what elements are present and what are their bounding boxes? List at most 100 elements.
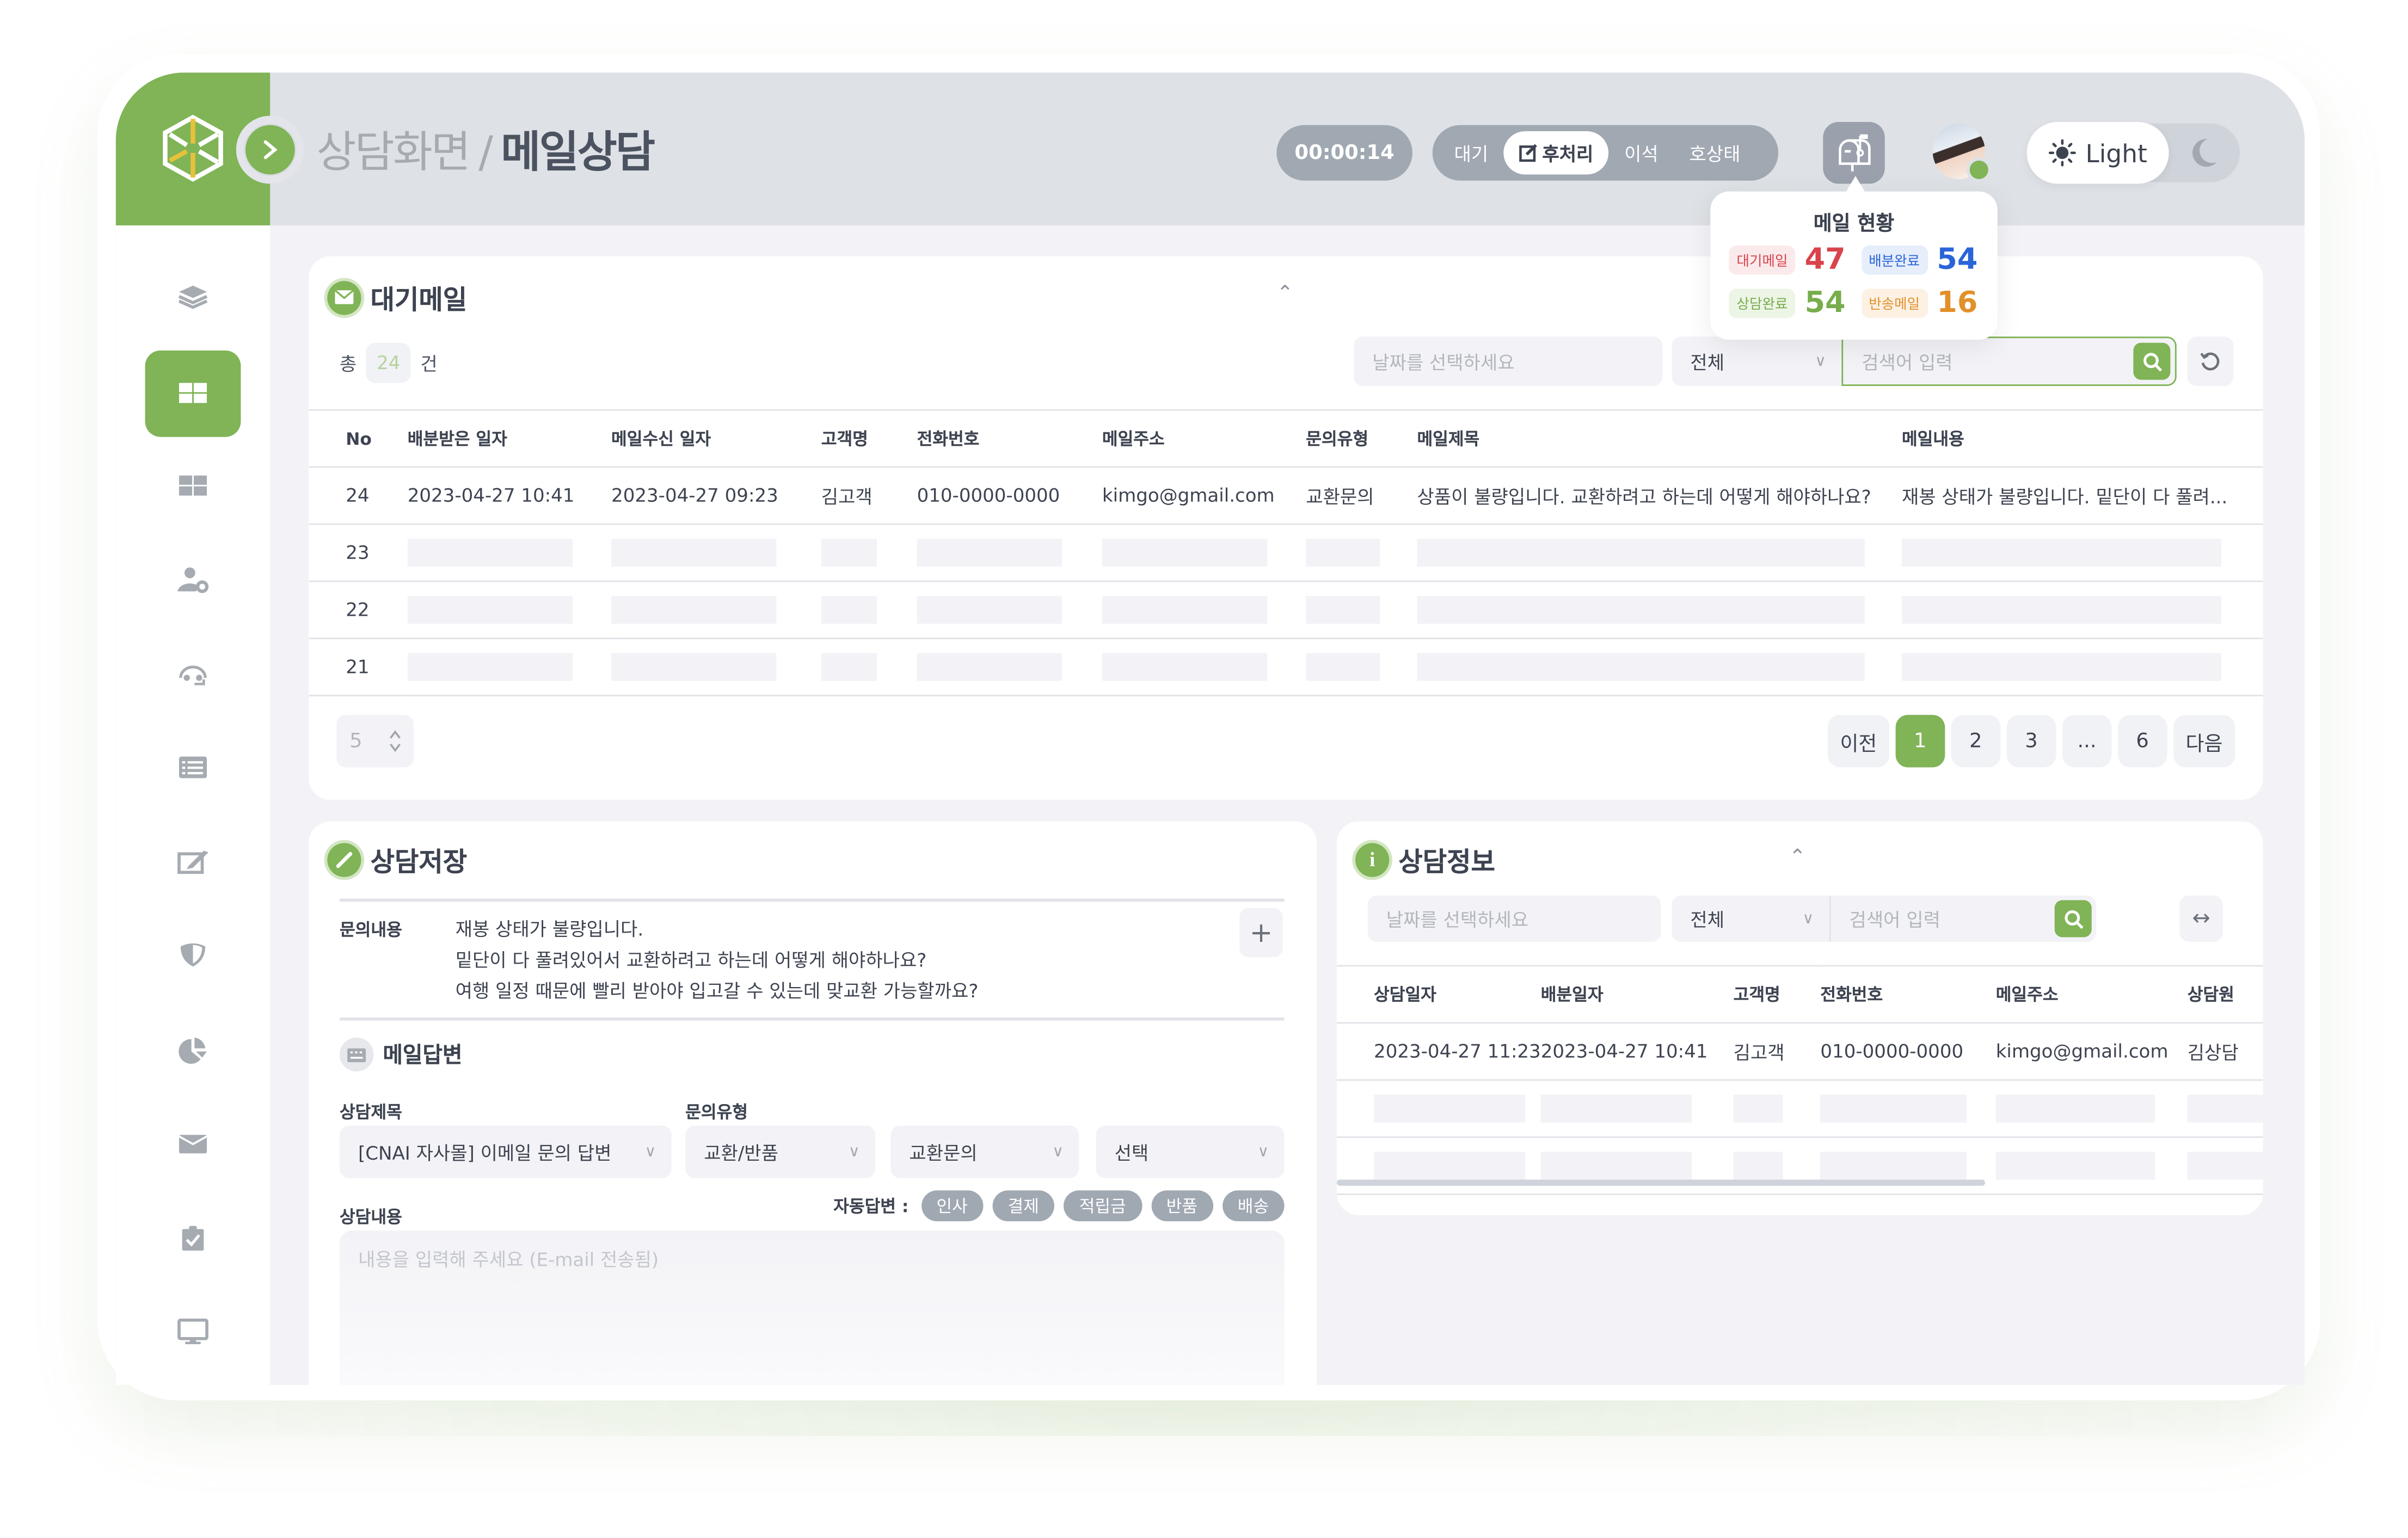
page-button[interactable]: 6 (2117, 715, 2167, 768)
inquiry-label: 문의내용 (339, 920, 402, 941)
status-away[interactable]: 이석 (1609, 131, 1674, 174)
auto-reply-button[interactable]: 결제 (992, 1190, 1055, 1222)
moon-icon[interactable] (2188, 136, 2219, 170)
sidebar-item-grid[interactable] (145, 443, 241, 530)
mail-status-count: 54 (1937, 242, 1978, 277)
sidebar-item-dashboard[interactable] (145, 350, 241, 437)
sidebar-item-mail[interactable] (145, 1101, 241, 1187)
page-button[interactable]: 1 (1895, 715, 1945, 768)
stepper-arrows-icon (389, 730, 400, 752)
column-header[interactable]: 메일제목 (1417, 409, 1902, 468)
inquiry-line: 재봉 상태가 불량입니다. (455, 918, 644, 941)
column-header[interactable]: 고객명 (821, 409, 917, 468)
mail-status-button[interactable] (1823, 122, 1885, 184)
logo-icon[interactable] (157, 113, 228, 183)
column-header[interactable]: 전화번호 (917, 409, 1102, 468)
skeleton-cell (2187, 1137, 2263, 1196)
sidebar-item-list[interactable] (145, 724, 241, 811)
search-input[interactable]: 검색어 입력 (1841, 336, 2177, 386)
next-page-button[interactable]: 다음 (2173, 715, 2235, 768)
collapse-icon[interactable]: ⌃ (1789, 846, 1806, 869)
type-select-1[interactable]: 교환/반품 ∨ (685, 1125, 876, 1178)
filter-select[interactable]: 전체 ∨ (1672, 336, 1842, 386)
skeleton-cell (2187, 1080, 2263, 1138)
chevron-down-icon: ∨ (1257, 1143, 1269, 1161)
column-header[interactable]: 배분일자 (1540, 965, 1734, 1024)
expand-button[interactable]: + (1239, 908, 1283, 958)
table-row[interactable]: 2023-04-27 11:23 2023-04-27 10:41 김고객 010-0… (1336, 1022, 2263, 1081)
breadcrumb-parent[interactable]: 상담화면 (316, 127, 471, 178)
skeleton-cell (917, 581, 1102, 640)
sidebar-item-monitor[interactable] (145, 1288, 241, 1374)
column-header[interactable]: 배분받은 일자 (407, 409, 612, 468)
mail-status-badge[interactable]: 대기메일 (1729, 244, 1796, 274)
breadcrumb-current: 메일상담 (501, 126, 655, 178)
column-header[interactable]: 메일수신 일자 (611, 409, 821, 468)
table-row[interactable] (1336, 1080, 2263, 1138)
date-picker[interactable]: 날짜를 선택하세요 (1354, 336, 1663, 386)
status-call[interactable]: 호상태 (1674, 131, 1756, 174)
auto-reply-button[interactable]: 반품 (1151, 1190, 1213, 1222)
expand-width-button[interactable]: ↔ (2179, 895, 2223, 942)
skeleton-cell (611, 638, 821, 697)
cell-email: kimgo@gmail.com (1102, 467, 1306, 525)
sidebar-item-edit[interactable] (145, 818, 241, 905)
column-header[interactable]: 상담일자 (1336, 965, 1541, 1024)
type-select-2[interactable]: 교환문의 ∨ (890, 1125, 1079, 1178)
page-button[interactable]: 3 (2006, 715, 2056, 768)
theme-toggle[interactable]: Light (2026, 122, 2240, 184)
status-away-label: 이석 (1624, 143, 1658, 165)
cell-name: 김고객 (1733, 1022, 1821, 1081)
page-button[interactable]: 2 (1951, 715, 2001, 768)
subject-select[interactable]: [CNAI 자사몰] 이메일 문의 답변 ∨ (339, 1125, 672, 1178)
refresh-button[interactable] (2187, 336, 2234, 386)
table-row[interactable]: 22 (309, 581, 2263, 640)
info-search-input[interactable]: 검색어 입력 (1829, 895, 2097, 942)
skeleton-bar (1102, 538, 1268, 567)
page-size-stepper[interactable]: 5 (336, 715, 414, 768)
sidebar-item-shield[interactable] (145, 912, 241, 999)
mail-status-badge[interactable]: 배분완료 (1861, 244, 1928, 274)
table-row[interactable]: 23 (309, 524, 2263, 583)
sidebar-item-headset[interactable] (145, 632, 241, 718)
column-header[interactable]: 상담원 (2187, 965, 2263, 1024)
popover-title: 메일 현황 (1813, 213, 1895, 236)
mail-status-badge[interactable]: 반송메일 (1861, 287, 1928, 317)
sidebar-item-user-settings[interactable] (145, 537, 241, 624)
waiting-mail-header: 대기메일 (327, 278, 467, 316)
sidebar-item-pie-chart[interactable] (145, 1007, 241, 1093)
auto-reply-button[interactable]: 인사 (921, 1190, 984, 1222)
inquiry-content: 재봉 상태가 불량입니다. 밑단이 다 풀려있어서 교환하려고 하는데 어떻게 … (456, 914, 979, 1007)
info-date-picker[interactable]: 날짜를 선택하세요 (1367, 895, 1661, 942)
user-avatar[interactable] (1932, 123, 1992, 182)
status-after-work[interactable]: 후처리 (1503, 131, 1609, 175)
sidebar-toggle-button[interactable] (236, 115, 304, 184)
sidebar-item-clipboard-check[interactable] (145, 1195, 241, 1282)
consult-info-panel: i 상담정보 ⌃ 날짜를 선택하세요 전체 ∨ 검색어 입력 ↔ 상담일자 배분일자… (1336, 821, 2263, 1215)
column-header[interactable]: 문의유형 (1306, 409, 1417, 468)
column-header[interactable]: 메일내용 (1901, 409, 2263, 468)
sidebar-item-layers[interactable] (145, 255, 241, 341)
status-waiting[interactable]: 대기 (1439, 131, 1503, 174)
consult-content-textarea[interactable]: 내용을 입력해 주세요 (E-mail 전송됨) (339, 1230, 1285, 1385)
collapse-icon[interactable]: ⌃ (1276, 283, 1293, 306)
theme-light-option[interactable]: Light (2026, 122, 2169, 184)
table-row[interactable]: 24 2023-04-27 10:41 2023-04-27 09:23 김고객 010… (309, 467, 2263, 525)
plus-icon: + (1249, 916, 1273, 949)
auto-reply-button[interactable]: 배송 (1222, 1190, 1285, 1222)
column-header[interactable]: 고객명 (1733, 965, 1821, 1024)
mail-status-count: 16 (1937, 285, 1978, 320)
column-header[interactable]: 메일주소 (1995, 965, 2188, 1024)
search-button[interactable] (2133, 342, 2171, 380)
column-header[interactable]: 전화번호 (1820, 965, 1996, 1024)
type-select-3[interactable]: 선택 ∨ (1096, 1125, 1285, 1178)
mail-status-badge[interactable]: 상담완료 (1729, 287, 1796, 317)
column-header[interactable]: No (309, 409, 408, 468)
auto-reply-button[interactable]: 적립금 (1064, 1190, 1142, 1222)
info-filter-select[interactable]: 전체 ∨ (1672, 895, 1829, 942)
prev-page-button[interactable]: 이전 (1827, 715, 1890, 768)
info-search-button[interactable] (2054, 900, 2092, 937)
table-row[interactable]: 21 (309, 638, 2263, 697)
column-header[interactable]: 메일주소 (1102, 409, 1306, 468)
horizontal-scrollbar[interactable] (1336, 1179, 1986, 1186)
